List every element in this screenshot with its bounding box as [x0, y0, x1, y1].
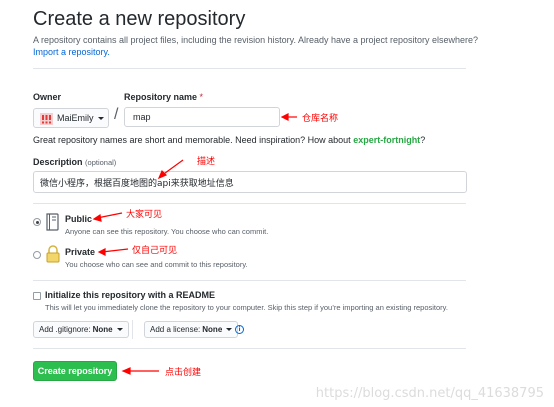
annotation-private: 仅自己可见	[132, 246, 178, 256]
annotation-arrows	[92, 113, 297, 375]
annotation-create: 点击创建	[165, 368, 202, 378]
annotation-repo-name: 仓库名称	[302, 114, 339, 124]
watermark: https://blog.csdn.net/qq_41638795	[315, 386, 544, 401]
annotation-description: 描述	[197, 157, 216, 167]
annotation-public: 大家可见	[126, 210, 163, 220]
